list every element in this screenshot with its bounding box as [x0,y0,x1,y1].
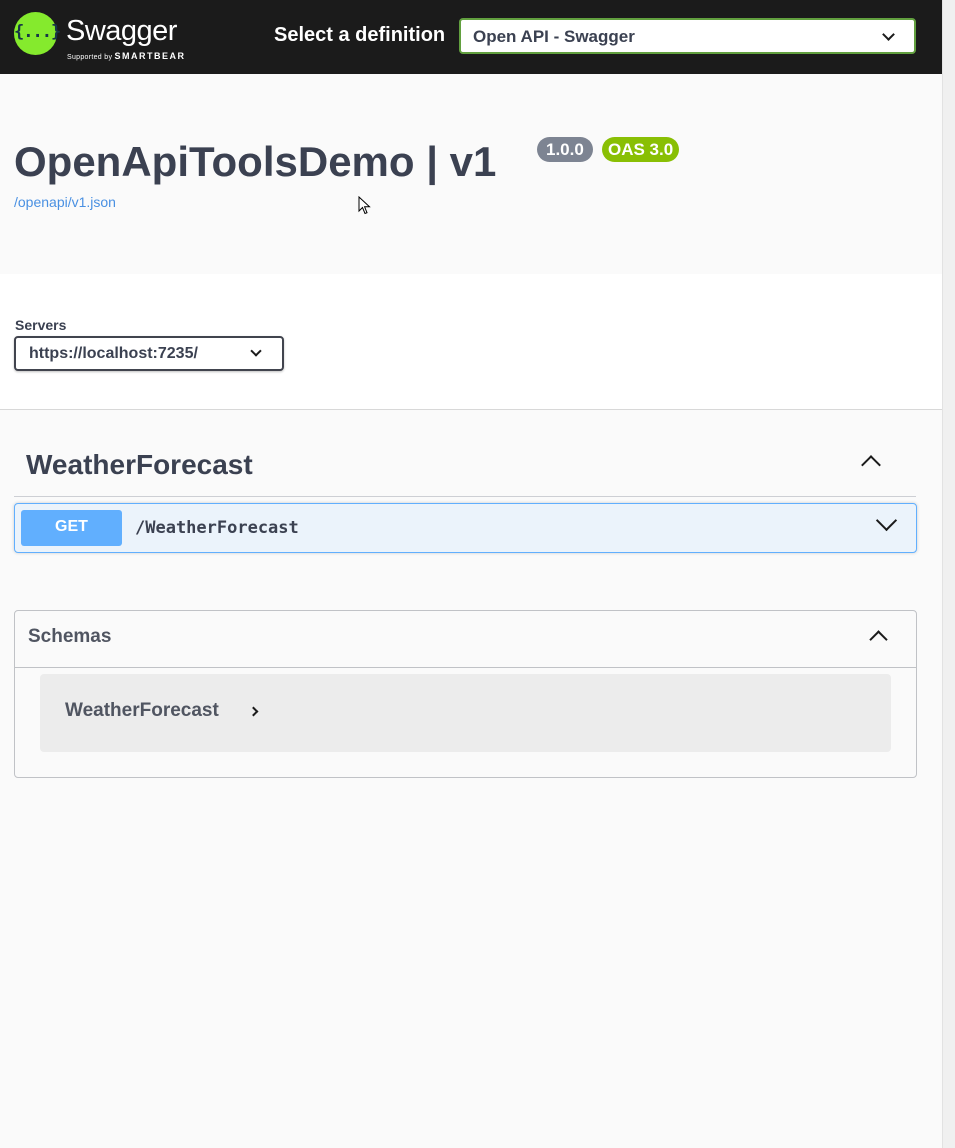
chevron-down-icon [882,28,895,41]
swagger-logo-icon: {...} [14,12,61,55]
tag-name: WeatherForecast [26,449,253,480]
schema-item-weatherforecast[interactable]: WeatherForecast [40,674,891,752]
swagger-logo[interactable]: {...} Swagger Supported by SMARTBEAR [14,12,194,62]
tag-header-weatherforecast[interactable]: WeatherForecast [14,440,916,497]
scrollbar[interactable] [942,0,955,1148]
chevron-right-icon [248,706,259,717]
topbar: {...} Swagger Supported by SMARTBEAR Sel… [0,0,942,74]
definition-select[interactable]: Open API - Swagger [459,18,916,54]
logo-wordmark: Swagger [66,15,177,47]
chevron-up-icon[interactable] [869,630,888,649]
method-badge: GET [21,510,122,546]
logo-supported-by: Supported by SMARTBEAR [67,51,186,61]
mouse-cursor-icon [358,196,371,215]
version-badge: 1.0.0 [537,137,593,162]
servers-select[interactable]: https://localhost:7235/ [14,336,284,371]
servers-select-value: https://localhost:7235/ [29,345,198,362]
definition-label: Select a definition [274,24,446,46]
schemas-title: Schemas [28,626,112,647]
servers-label: Servers [15,317,67,333]
operation-path: /WeatherForecast [135,518,299,538]
servers-section: Servers https://localhost:7235/ [0,274,942,410]
chevron-down-icon [250,345,262,357]
logo-sub-brand: SMARTBEAR [114,51,186,61]
schema-name: WeatherForecast [65,700,219,721]
logo-glyph: {...} [14,22,61,42]
operation-get-weatherforecast[interactable]: GET /WeatherForecast [14,503,917,553]
page-title: OpenApiToolsDemo | v1 [14,138,497,185]
schemas-header[interactable]: Schemas [15,611,916,668]
logo-sub-prefix: Supported by [67,54,113,61]
oas-badge: OAS 3.0 [602,137,680,162]
chevron-down-icon[interactable] [875,509,898,532]
spec-url-link[interactable]: /openapi/v1.json [14,194,116,210]
schemas-section: Schemas WeatherForecast [14,610,917,778]
definition-select-value: Open API - Swagger [473,27,635,46]
chevron-up-icon[interactable] [861,455,881,475]
